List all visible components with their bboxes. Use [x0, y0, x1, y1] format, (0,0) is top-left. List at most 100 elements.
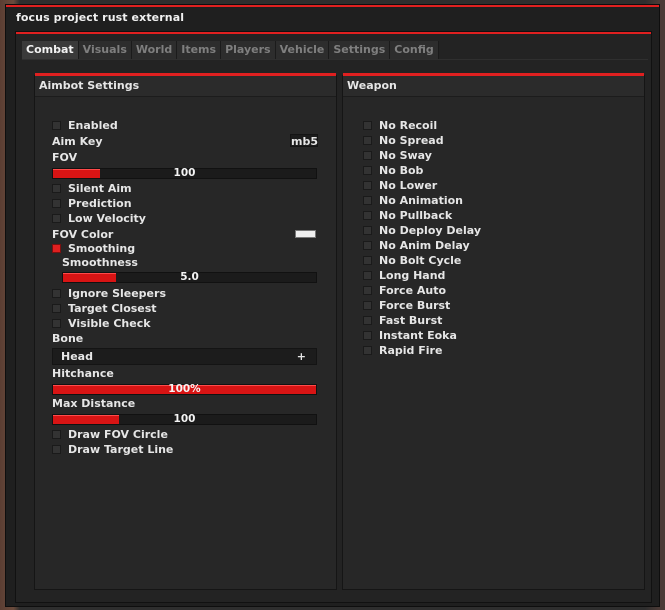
weapon-option-rapid-fire[interactable]: Rapid Fire	[363, 344, 442, 358]
enabled-label: Enabled	[68, 119, 118, 132]
no-pullback-label: No Pullback	[379, 209, 453, 222]
weapon-option-no-sway[interactable]: No Sway	[363, 149, 432, 163]
ignore-sleepers-toggle[interactable]: Ignore Sleepers	[52, 287, 166, 301]
weapon-option-long-hand[interactable]: Long Hand	[363, 269, 445, 283]
bone-label: Bone	[52, 332, 84, 345]
weapon-option-no-anim-delay[interactable]: No Anim Delay	[363, 239, 470, 253]
hitchance-slider-value: 100%	[168, 383, 201, 395]
aim-key-bind-button[interactable]: mb5	[290, 134, 318, 148]
fov-slider[interactable]: 100	[52, 167, 317, 179]
no-animation-label: No Animation	[379, 194, 464, 207]
no-spread-checkbox[interactable]	[363, 135, 372, 145]
draw-fov-circle-checkbox[interactable]	[52, 429, 61, 439]
weapon-option-force-burst[interactable]: Force Burst	[363, 299, 450, 313]
draw-target-line-toggle[interactable]: Draw Target Line	[52, 443, 173, 457]
draw-fov-circle-label: Draw FOV Circle	[68, 428, 168, 441]
target-closest-checkbox[interactable]	[52, 303, 61, 313]
aimbot-settings-panel: Aimbot Settings Enabled Aim Key mb5 FOV …	[34, 73, 337, 590]
prediction-checkbox[interactable]	[52, 198, 61, 208]
low-velocity-label: Low Velocity	[68, 212, 146, 225]
weapon-option-no-bob[interactable]: No Bob	[363, 164, 423, 178]
no-sway-label: No Sway	[379, 149, 432, 162]
panel-title: Aimbot Settings	[35, 76, 336, 97]
visible-check-toggle[interactable]: Visible Check	[52, 317, 151, 331]
smoothness-slider-value: 5.0	[180, 271, 199, 283]
weapon-option-no-bolt-cycle[interactable]: No Bolt Cycle	[363, 254, 461, 268]
force-burst-checkbox[interactable]	[363, 300, 372, 310]
enabled-checkbox[interactable]	[52, 120, 61, 130]
no-bob-label: No Bob	[379, 164, 424, 177]
tab-settings[interactable]: Settings	[329, 41, 391, 59]
force-burst-label: Force Burst	[379, 299, 451, 312]
rapid-fire-checkbox[interactable]	[363, 345, 372, 355]
content-accent-bar	[16, 32, 651, 34]
weapon-option-no-pullback[interactable]: No Pullback	[363, 209, 452, 223]
weapon-option-instant-eoka[interactable]: Instant Eoka	[363, 329, 457, 343]
max-distance-slider[interactable]: 100	[52, 413, 317, 425]
no-animation-checkbox[interactable]	[363, 195, 372, 205]
ignore-sleepers-checkbox[interactable]	[52, 288, 61, 298]
force-auto-label: Force Auto	[379, 284, 447, 297]
smoothing-label: Smoothing	[68, 242, 136, 255]
window-accent-bar	[6, 5, 659, 7]
smoothing-checkbox[interactable]	[52, 243, 61, 253]
tab-world[interactable]: World	[131, 41, 178, 59]
no-anim-delay-label: No Anim Delay	[379, 239, 470, 252]
no-lower-checkbox[interactable]	[363, 180, 372, 190]
silent-aim-checkbox[interactable]	[52, 183, 61, 193]
weapon-option-no-lower[interactable]: No Lower	[363, 179, 437, 193]
fov-color-label: FOV Color	[52, 228, 114, 241]
smoothness-slider[interactable]: 5.0	[62, 271, 317, 283]
weapon-option-no-recoil[interactable]: No Recoil	[363, 119, 437, 133]
tab-players[interactable]: Players	[221, 41, 276, 59]
no-deploy-delay-checkbox[interactable]	[363, 225, 372, 235]
visible-check-checkbox[interactable]	[52, 318, 61, 328]
long-hand-checkbox[interactable]	[363, 270, 372, 280]
force-auto-checkbox[interactable]	[363, 285, 372, 295]
hitchance-slider[interactable]: 100%	[52, 383, 317, 395]
tab-items[interactable]: Items	[177, 41, 222, 59]
no-recoil-checkbox[interactable]	[363, 120, 372, 130]
target-closest-label: Target Closest	[68, 302, 157, 315]
prediction-toggle[interactable]: Prediction	[52, 197, 132, 211]
low-velocity-checkbox[interactable]	[52, 213, 61, 223]
weapon-option-no-animation[interactable]: No Animation	[363, 194, 463, 208]
rapid-fire-label: Rapid Fire	[379, 344, 443, 357]
window-title: focus project rust external	[16, 11, 185, 24]
tab-bar: Combat Visuals World Items Players Vehic…	[22, 41, 439, 59]
panel-title: Weapon	[343, 76, 644, 97]
tab-vehicle[interactable]: Vehicle	[275, 41, 330, 59]
instant-eoka-checkbox[interactable]	[363, 330, 372, 340]
no-anim-delay-checkbox[interactable]	[363, 240, 372, 250]
no-pullback-checkbox[interactable]	[363, 210, 372, 220]
smoothing-toggle[interactable]: Smoothing	[52, 242, 135, 256]
long-hand-label: Long Hand	[379, 269, 446, 282]
tab-combat[interactable]: Combat	[22, 41, 79, 59]
draw-target-line-label: Draw Target Line	[68, 443, 174, 456]
draw-fov-circle-toggle[interactable]: Draw FOV Circle	[52, 428, 168, 442]
silent-aim-toggle[interactable]: Silent Aim	[52, 182, 132, 196]
fov-color-swatch[interactable]	[295, 230, 316, 238]
low-velocity-toggle[interactable]: Low Velocity	[52, 212, 146, 226]
bone-dropdown[interactable]: Head +	[52, 348, 317, 365]
silent-aim-label: Silent Aim	[68, 182, 132, 195]
target-closest-toggle[interactable]: Target Closest	[52, 302, 157, 316]
aim-key-label: Aim Key	[52, 135, 103, 148]
weapon-option-force-auto[interactable]: Force Auto	[363, 284, 446, 298]
weapon-option-fast-burst[interactable]: Fast Burst	[363, 314, 442, 328]
weapon-option-no-spread[interactable]: No Spread	[363, 134, 444, 148]
hitchance-label: Hitchance	[52, 367, 114, 380]
no-bob-checkbox[interactable]	[363, 165, 372, 175]
tab-config[interactable]: Config	[390, 41, 439, 59]
no-sway-checkbox[interactable]	[363, 150, 372, 160]
fast-burst-checkbox[interactable]	[363, 315, 372, 325]
weapon-option-no-deploy-delay[interactable]: No Deploy Delay	[363, 224, 481, 238]
enabled-toggle[interactable]: Enabled	[52, 119, 118, 133]
tab-visuals[interactable]: Visuals	[78, 41, 132, 59]
content-area: Combat Visuals World Items Players Vehic…	[15, 31, 652, 603]
no-bolt-cycle-checkbox[interactable]	[363, 255, 372, 265]
expand-plus-icon: +	[296, 350, 306, 363]
bone-dropdown-value: Head	[61, 350, 93, 363]
ignore-sleepers-label: Ignore Sleepers	[68, 287, 166, 300]
draw-target-line-checkbox[interactable]	[52, 444, 61, 454]
